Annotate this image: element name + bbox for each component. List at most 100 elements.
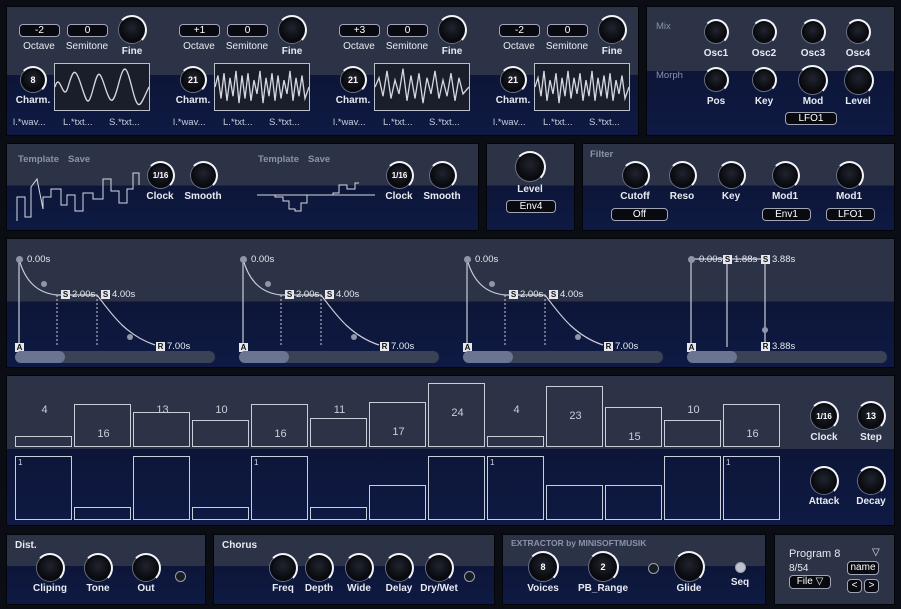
envelope-handle-1-4[interactable]	[762, 327, 768, 333]
charm-knob-2[interactable]: 21	[179, 66, 207, 94]
octave-value-4[interactable]: -2	[499, 24, 540, 37]
envelope-sustain-node-a-2[interactable]: S	[285, 290, 294, 299]
osc3-mix-knob[interactable]	[800, 19, 826, 45]
seq-attack-knob[interactable]	[809, 466, 839, 496]
morph-mod-knob[interactable]	[797, 65, 828, 96]
level-knob[interactable]	[514, 151, 546, 183]
envelope-release-node-4[interactable]: R	[761, 342, 770, 351]
morph-lfo-selector[interactable]: LFO1	[785, 112, 837, 125]
level-env-selector[interactable]: Env4	[506, 200, 556, 213]
chorus-wide-knob[interactable]	[344, 553, 374, 583]
dist-tone-knob[interactable]	[83, 553, 113, 583]
seq-enable-led[interactable]	[735, 562, 746, 573]
envelope-handle-2-1[interactable]	[127, 334, 133, 340]
seq-gate-bar[interactable]: 1	[487, 456, 544, 520]
template-smooth-knob-1[interactable]	[189, 161, 218, 190]
l-file-4[interactable]: L.*txt...	[543, 117, 573, 128]
envelope-start-point-4[interactable]	[688, 256, 695, 263]
envelope-scrollbar-4[interactable]	[687, 351, 887, 363]
program-menu-arrow[interactable]: ▽	[872, 547, 880, 558]
l-file-3[interactable]: L.*txt...	[383, 117, 413, 128]
seq-level-bar[interactable]	[310, 417, 367, 447]
osc4-mix-knob[interactable]	[845, 19, 871, 45]
fine-knob-3[interactable]	[437, 15, 467, 45]
envelope-start-point-3[interactable]	[464, 256, 471, 263]
envelope-scrollbar-3[interactable]	[463, 351, 663, 363]
s-file-4[interactable]: S.*txt...	[589, 117, 620, 128]
envelope-release-node-2[interactable]: R	[380, 342, 389, 351]
wave-file-3[interactable]: l.*wav...	[333, 117, 366, 128]
save-button-1[interactable]: Save	[68, 154, 90, 165]
seq-clock-knob[interactable]: 1/16	[809, 401, 839, 431]
seq-gate-bar[interactable]: 1	[15, 456, 72, 520]
dist-out-knob[interactable]	[131, 553, 161, 583]
seq-gate-bar[interactable]: 1	[251, 456, 308, 520]
osc1-mix-knob[interactable]	[703, 19, 729, 45]
seq-level-bar[interactable]	[133, 412, 190, 447]
s-file-2[interactable]: S.*txt...	[269, 117, 300, 128]
envelope-sustain-node-a-1[interactable]: S	[61, 290, 70, 299]
charm-knob-1[interactable]: 8	[19, 66, 47, 94]
template-smooth-knob-2[interactable]	[428, 161, 457, 190]
semitone-value-4[interactable]: 0	[547, 24, 588, 37]
filter-mod1-source[interactable]: Env1	[762, 208, 811, 221]
voices-knob[interactable]: 8	[527, 551, 559, 583]
seq-gate-bar[interactable]	[133, 456, 190, 520]
dist-enable-led[interactable]	[175, 571, 186, 582]
seq-level-bar[interactable]	[487, 436, 544, 447]
chorus-freq-knob[interactable]	[268, 553, 298, 583]
envelope-scrollbar-1[interactable]	[15, 351, 215, 363]
fine-knob-2[interactable]	[277, 15, 307, 45]
seq-level-bar[interactable]	[74, 404, 131, 447]
seq-level-bar[interactable]	[251, 404, 308, 447]
fine-knob-4[interactable]	[597, 15, 627, 45]
octave-value-3[interactable]: +3	[339, 24, 380, 37]
seq-level-bar[interactable]	[369, 401, 426, 447]
morph-pos-knob[interactable]	[703, 67, 729, 93]
save-button-2[interactable]: Save	[308, 154, 330, 165]
semitone-value-1[interactable]: 0	[67, 24, 108, 37]
envelope-scroll-thumb-3[interactable]	[463, 351, 513, 363]
seq-gate-bar[interactable]	[369, 484, 426, 520]
template-clock-knob-1[interactable]: 1/16	[146, 161, 175, 190]
dist-cliping-knob[interactable]	[35, 553, 65, 583]
wave-file-2[interactable]: l.*wav...	[173, 117, 206, 128]
l-file-1[interactable]: L.*txt...	[63, 117, 93, 128]
pb-range-knob[interactable]: 2	[587, 551, 619, 583]
glide-knob[interactable]	[673, 551, 705, 583]
semitone-value-2[interactable]: 0	[227, 24, 268, 37]
program-name-button[interactable]: name	[847, 561, 879, 575]
filter-type-selector[interactable]: Off	[611, 208, 668, 221]
envelope-release-node-1[interactable]: R	[156, 342, 165, 351]
filter-key-knob[interactable]	[717, 161, 746, 190]
filter-mod1-knob[interactable]	[771, 161, 800, 190]
wave-file-1[interactable]: l.*wav...	[13, 117, 46, 128]
seq-gate-bar[interactable]	[192, 507, 249, 520]
seq-decay-knob[interactable]	[856, 466, 886, 496]
program-prev-button[interactable]: <	[847, 579, 862, 593]
filter-reso-knob[interactable]	[668, 161, 697, 190]
semitone-value-3[interactable]: 0	[387, 24, 428, 37]
waveform-display-2[interactable]	[214, 63, 310, 111]
seq-level-bar[interactable]	[192, 420, 249, 447]
seq-gate-bar[interactable]: 1	[723, 456, 780, 520]
morph-level-knob[interactable]	[843, 65, 874, 96]
chorus-enable-led[interactable]	[464, 571, 475, 582]
morph-key-knob[interactable]	[751, 67, 777, 93]
envelope-sustain-node-b-3[interactable]: S	[549, 290, 558, 299]
envelope-handle-1-1[interactable]	[41, 281, 47, 287]
seq-gate-bar[interactable]	[664, 456, 721, 520]
envelope-sustain-node-b-1[interactable]: S	[101, 290, 110, 299]
seq-level-bar[interactable]	[723, 404, 780, 447]
chorus-depth-knob[interactable]	[304, 553, 334, 583]
l-file-2[interactable]: L.*txt...	[223, 117, 253, 128]
charm-knob-4[interactable]: 21	[499, 66, 527, 94]
waveform-display-4[interactable]	[534, 63, 630, 111]
envelope-sustain-node-b-2[interactable]: S	[325, 290, 334, 299]
template-shape-2[interactable]	[255, 169, 385, 224]
envelope-scroll-thumb-1[interactable]	[15, 351, 65, 363]
seq-gate-bar[interactable]	[310, 507, 367, 520]
waveform-display-1[interactable]	[54, 63, 150, 111]
osc2-mix-knob[interactable]	[751, 19, 777, 45]
seq-gate-bar[interactable]	[605, 484, 662, 520]
